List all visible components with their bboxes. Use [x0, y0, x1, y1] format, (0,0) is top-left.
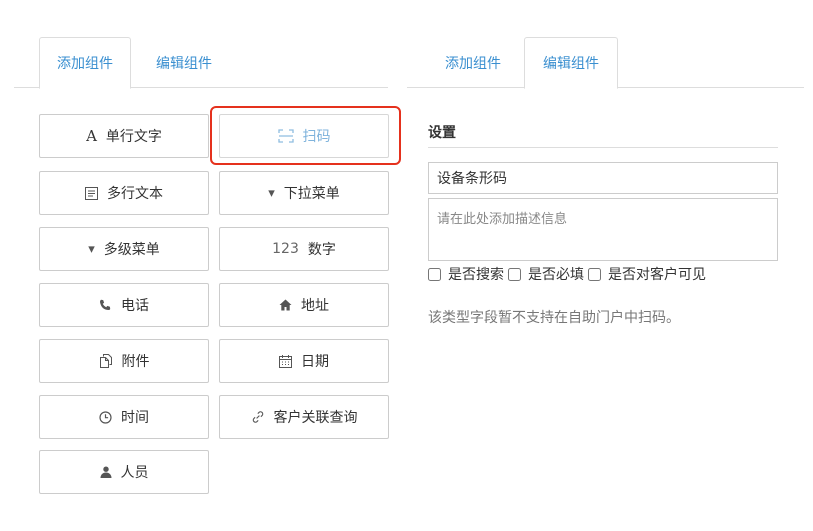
component-personnel-button[interactable]: 人员 — [39, 450, 209, 494]
tab-edit-component-left[interactable]: 编辑组件 — [138, 37, 230, 88]
component-label: 多级菜单 — [103, 242, 160, 258]
tab-add-component-right[interactable]: 添加组件 — [427, 37, 519, 88]
textarea-icon — [85, 186, 98, 200]
component-label: 时间 — [121, 410, 149, 426]
tab-edit-component-right[interactable]: 编辑组件 — [524, 37, 618, 89]
customer-visible-option[interactable]: 是否对客户可见 — [588, 264, 706, 284]
left-tab-bar: 添加组件 编辑组件 — [14, 37, 388, 89]
component-label: 附件 — [121, 354, 150, 370]
number-icon: 123 — [272, 241, 299, 257]
component-customer-link-query-button[interactable]: 客户关联查询 — [219, 395, 389, 439]
component-label: 单行文字 — [105, 129, 162, 145]
clock-icon — [99, 410, 112, 424]
field-name-input[interactable] — [428, 162, 778, 194]
component-dropdown-button[interactable]: ▾ 下拉菜单 — [219, 171, 389, 215]
selected-component-outline — [210, 106, 401, 165]
component-label: 人员 — [120, 465, 149, 481]
field-description-textarea[interactable] — [428, 198, 778, 261]
unsupported-note: 该类型字段暂不支持在自助门户中扫码。 — [428, 310, 680, 326]
required-option[interactable]: 是否必填 — [508, 264, 584, 284]
settings-divider — [428, 147, 778, 148]
field-options: 是否搜索 是否必填 是否对客户可见 — [428, 264, 706, 284]
component-label: 客户关联查询 — [273, 410, 358, 426]
right-tab-bar: 添加组件 编辑组件 — [407, 37, 804, 89]
link-icon — [251, 410, 265, 424]
person-icon — [100, 466, 112, 478]
component-phone-button[interactable]: 电话 — [39, 283, 209, 327]
component-label: 多行文本 — [107, 186, 163, 202]
component-address-button[interactable]: 地址 — [219, 283, 389, 327]
component-number-button[interactable]: 123 数字 — [219, 227, 389, 271]
customer-visible-label: 是否对客户可见 — [608, 267, 706, 283]
searchable-option[interactable]: 是否搜索 — [428, 264, 504, 284]
caret-down-icon: ▾ — [88, 241, 95, 257]
component-date-button[interactable]: 日期 — [219, 339, 389, 383]
required-checkbox[interactable] — [508, 267, 521, 281]
caret-down-icon: ▾ — [268, 185, 275, 201]
component-single-line-text-button[interactable]: A 单行文字 — [39, 114, 209, 158]
component-time-button[interactable]: 时间 — [39, 395, 209, 439]
required-label: 是否必填 — [528, 267, 584, 283]
settings-title: 设置 — [428, 125, 456, 141]
searchable-checkbox[interactable] — [428, 267, 441, 281]
attachment-icon — [99, 354, 113, 368]
component-label: 地址 — [301, 298, 329, 314]
component-label: 数字 — [307, 242, 336, 258]
home-icon — [279, 299, 292, 311]
component-multi-level-menu-button[interactable]: ▾ 多级菜单 — [39, 227, 209, 271]
calendar-icon — [279, 354, 292, 368]
searchable-label: 是否搜索 — [448, 267, 504, 283]
phone-icon — [99, 299, 112, 312]
text-a-icon: A — [86, 127, 97, 145]
component-label: 电话 — [121, 298, 149, 314]
component-label: 下拉菜单 — [283, 186, 340, 202]
component-multi-line-text-button[interactable]: 多行文本 — [39, 171, 209, 215]
component-attachment-button[interactable]: 附件 — [39, 339, 209, 383]
tab-add-component-left[interactable]: 添加组件 — [39, 37, 131, 89]
component-label: 日期 — [301, 354, 329, 370]
customer-visible-checkbox[interactable] — [588, 267, 601, 281]
